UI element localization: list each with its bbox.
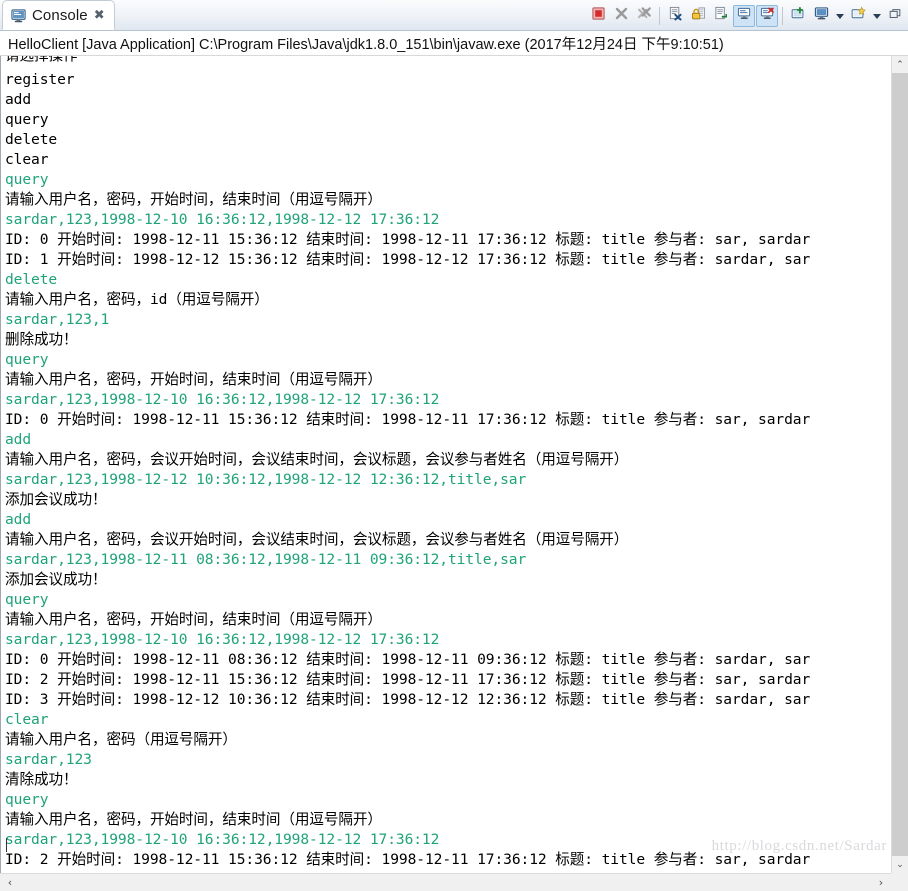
console-line: 请输入用户名，密码，开始时间，结束时间（用逗号隔开） — [5, 811, 382, 828]
scroll-right-button[interactable]: › — [873, 875, 889, 891]
horizontal-scrollbar-track[interactable] — [18, 875, 873, 891]
word-wrap-icon — [714, 6, 729, 26]
scroll-left-button[interactable]: ‹ — [2, 875, 18, 891]
open-console-button[interactable] — [847, 5, 869, 27]
console-line: sardar,123,1998-12-10 16:36:12,1998-12-1… — [5, 831, 440, 848]
console-out-icon — [737, 6, 752, 26]
vertical-scrollbar-thumb[interactable] — [892, 73, 908, 856]
display-selected-console-button[interactable] — [810, 5, 832, 27]
console-line: 请选择操作 — [5, 56, 891, 62]
view-toolbar — [587, 3, 906, 29]
console-line: 请输入用户名，密码，会议开始时间，会议结束时间，会议标题，会议参与者姓名（用逗号… — [5, 531, 629, 548]
bottom-scroll-row: ‹ › — [0, 873, 908, 891]
remove-all-terminated-button[interactable] — [633, 5, 655, 27]
chevron-down-icon — [835, 13, 844, 19]
console-line: ID: 1 开始时间: 1998-12-12 15:36:12 结束时间: 19… — [5, 251, 811, 268]
console-line: sardar,123,1998-12-10 16:36:12,1998-12-1… — [5, 211, 440, 228]
console-line: query — [5, 591, 49, 608]
view-tab-bar: Console ✖ — [0, 0, 908, 31]
console-line: delete — [5, 131, 58, 148]
horizontal-scrollbar[interactable]: ‹ › — [0, 873, 891, 891]
scroll-up-button[interactable]: ⌃ — [892, 56, 908, 73]
tab-console[interactable]: Console ✖ — [2, 0, 115, 30]
console-line: query — [5, 171, 49, 188]
console-line: 请输入用户名，密码，id（用逗号隔开） — [5, 291, 269, 308]
console-line: add — [5, 91, 32, 108]
terminate-button[interactable] — [587, 5, 609, 27]
scroll-down-button[interactable]: ⌄ — [892, 856, 908, 873]
stop-square-icon — [591, 6, 606, 26]
eclipse-console-view: Console ✖ HelloClient [Java Application]… — [0, 0, 908, 891]
close-icon[interactable]: ✖ — [94, 9, 105, 22]
minimize-restore-icon — [888, 7, 902, 26]
console-line: sardar,123,1998-12-10 16:36:12,1998-12-1… — [5, 631, 440, 648]
launch-configuration-line: HelloClient [Java Application] C:\Progra… — [0, 31, 908, 56]
console-line: 请输入用户名，密码（用逗号隔开） — [5, 731, 237, 748]
console-line: 请输入用户名，密码，开始时间，结束时间（用逗号隔开） — [5, 371, 382, 388]
console-line: 请输入用户名，密码，开始时间，结束时间（用逗号隔开） — [5, 611, 382, 628]
console-line: 清除成功！ — [5, 771, 78, 788]
console-line: register — [5, 71, 75, 88]
console-body: 请选择操作 register add query delete clear query 请输入… — [0, 56, 908, 873]
padlock-icon — [691, 6, 706, 26]
console-line: 请输入用户名，密码，开始时间，结束时间（用逗号隔开） — [5, 191, 382, 208]
console-icon — [11, 8, 26, 23]
toolbar-separator — [659, 7, 660, 25]
clear-console-icon — [668, 6, 683, 26]
show-console-on-output-button[interactable] — [733, 5, 755, 27]
tab-label: Console — [32, 6, 88, 24]
console-line: ID: 0 开始时间: 1998-12-11 08:36:12 结束时间: 19… — [5, 651, 811, 668]
show-console-on-error-button[interactable] — [756, 5, 778, 27]
new-console-icon — [851, 6, 866, 26]
text-caret — [6, 838, 7, 852]
console-line: query — [5, 791, 49, 808]
gray-x-icon — [614, 6, 629, 26]
console-line: 添加会议成功！ — [5, 491, 107, 508]
console-line: add — [5, 431, 32, 448]
console-line: ID: 0 开始时间: 1998-12-11 15:36:12 结束时间: 19… — [5, 231, 811, 248]
console-line: 删除成功！ — [5, 331, 78, 348]
toolbar-separator — [782, 7, 783, 25]
console-line: clear — [5, 151, 49, 168]
console-line: 请输入用户名，密码，会议开始时间，会议结束时间，会议标题，会议参与者姓名（用逗号… — [5, 451, 629, 468]
display-console-icon — [814, 6, 829, 26]
scroll-lock-button[interactable] — [687, 5, 709, 27]
console-line: sardar,123,1998-12-10 16:36:12,1998-12-1… — [5, 391, 440, 408]
open-console-dropdown[interactable] — [870, 5, 883, 27]
console-line: ID: 2 开始时间: 1998-12-11 15:36:12 结束时间: 19… — [5, 851, 811, 868]
console-err-icon — [760, 6, 775, 26]
console-line: query — [5, 111, 49, 128]
pin-console-icon — [791, 6, 806, 26]
console-line: ID: 0 开始时间: 1998-12-11 15:36:12 结束时间: 19… — [5, 411, 811, 428]
console-line: query — [5, 351, 49, 368]
console-line: sardar,123,1998-12-11 08:36:12,1998-12-1… — [5, 551, 527, 568]
console-line: sardar,123 — [5, 751, 92, 768]
console-line: 添加会议成功！ — [5, 571, 107, 588]
gray-double-x-icon — [637, 6, 652, 26]
console-line: ID: 3 开始时间: 1998-12-12 10:36:12 结束时间: 19… — [5, 691, 811, 708]
scrollbar-corner — [891, 873, 908, 891]
remove-launch-button[interactable] — [610, 5, 632, 27]
chevron-down-icon — [872, 13, 881, 19]
console-line: sardar,123,1 — [5, 311, 110, 328]
console-output-area[interactable]: 请选择操作 register add query delete clear query 请输入… — [1, 56, 891, 873]
console-line: clear — [5, 711, 49, 728]
pin-console-button[interactable] — [787, 5, 809, 27]
console-line: add — [5, 511, 32, 528]
console-line: ID: 2 开始时间: 1998-12-11 15:36:12 结束时间: 19… — [5, 671, 811, 688]
vertical-scrollbar[interactable]: ⌃ ⌄ — [891, 56, 908, 873]
console-line: sardar,123,1998-12-12 10:36:12,1998-12-1… — [5, 471, 527, 488]
word-wrap-button[interactable] — [710, 5, 732, 27]
console-lines: 请选择操作 register add query delete clear query 请输入… — [5, 56, 891, 870]
display-selected-console-dropdown[interactable] — [833, 5, 846, 27]
clear-console-button[interactable] — [664, 5, 686, 27]
view-menu-button[interactable] — [884, 5, 906, 27]
console-line: delete — [5, 271, 58, 288]
